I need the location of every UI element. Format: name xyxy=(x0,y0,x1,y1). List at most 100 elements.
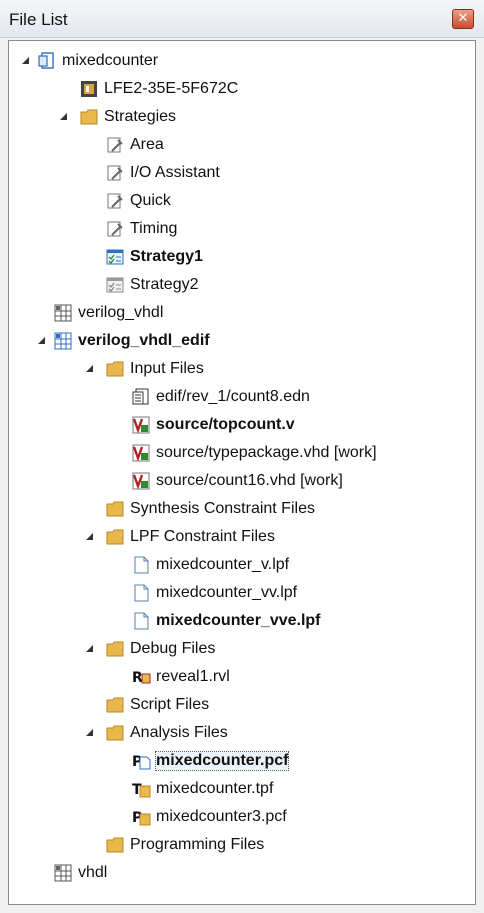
tree-node-label: Script Files xyxy=(130,696,210,713)
tree-node-file[interactable]: R reveal1.rvl xyxy=(131,664,230,690)
tree-node-file[interactable]: edif/rev_1/count8.edn xyxy=(131,384,310,410)
folder-icon xyxy=(105,527,125,547)
pcf-file-icon: P xyxy=(131,807,151,827)
tree-node-label: source/typepackage.vhd [work] xyxy=(156,444,377,461)
expanded-arrow-icon[interactable] xyxy=(83,642,95,654)
expanded-arrow-icon[interactable] xyxy=(19,54,31,66)
tree-node-implementation-active[interactable]: verilog_vhdl_edif xyxy=(53,328,210,354)
hdl-file-icon xyxy=(131,443,151,463)
tpf-file-icon: T xyxy=(131,779,151,799)
tree-node-file[interactable]: mixedcounter_v.lpf xyxy=(131,552,289,578)
project-icon xyxy=(37,51,57,71)
tree-node-strategy[interactable]: Strategy2 xyxy=(105,272,198,298)
tree-node-label: mixedcounter3.pcf xyxy=(156,808,287,825)
strategy-wrench-icon xyxy=(105,219,125,239)
tree-node-label: Strategy1 xyxy=(130,248,203,265)
strategy-inactive-icon xyxy=(105,275,125,295)
tree-node-label: Programming Files xyxy=(130,836,265,853)
tree-node-file[interactable]: source/typepackage.vhd [work] xyxy=(131,440,377,466)
expanded-arrow-icon[interactable] xyxy=(57,110,69,122)
close-icon: ✕ xyxy=(457,11,469,26)
tree-node-label: mixedcounter_vv.lpf xyxy=(156,584,298,601)
strategy-wrench-icon xyxy=(105,163,125,183)
tree-node-label: verilog_vhdl xyxy=(78,304,164,321)
tree-node-strategy[interactable]: Quick xyxy=(105,188,171,214)
tree-node-folder-synthesis[interactable]: Synthesis Constraint Files xyxy=(105,496,315,522)
tree-node-strategy[interactable]: Timing xyxy=(105,216,177,242)
tree-node-label: Input Files xyxy=(130,360,204,377)
svg-text:R: R xyxy=(132,670,143,686)
folder-icon xyxy=(105,639,125,659)
implementation-icon xyxy=(53,331,73,351)
tree-node-file[interactable]: T mixedcounter.tpf xyxy=(131,776,273,802)
tree-node-label: mixedcounter.pcf xyxy=(154,751,290,771)
tree-node-implementation[interactable]: verilog_vhdl xyxy=(53,300,163,326)
tree-node-label: reveal1.rvl xyxy=(156,668,230,685)
expanded-arrow-icon[interactable] xyxy=(83,530,95,542)
tree-node-label: mixedcounter_v.lpf xyxy=(156,556,290,573)
tree-node-label: mixedcounter xyxy=(62,52,159,69)
tree-node-strategy[interactable]: I/O Assistant xyxy=(105,160,220,186)
expanded-arrow-icon[interactable] xyxy=(35,334,47,346)
tree-node-folder-input[interactable]: Input Files xyxy=(105,356,204,382)
strategy-active-icon xyxy=(105,247,125,267)
tree-node-file-selected[interactable]: P mixedcounter.pcf xyxy=(131,748,290,774)
tree-node-label: Analysis Files xyxy=(130,724,228,741)
chip-icon xyxy=(79,79,99,99)
lpf-file-icon xyxy=(131,583,151,603)
tree-node-strategy-active[interactable]: Strategy1 xyxy=(105,244,203,270)
hdl-file-icon xyxy=(131,415,151,435)
tree-node-device[interactable]: LFE2-35E-5F672C xyxy=(79,76,238,102)
tree-node-label: Quick xyxy=(130,192,171,209)
tree-node-label: Synthesis Constraint Files xyxy=(130,500,315,517)
tree-node-file[interactable]: source/count16.vhd [work] xyxy=(131,468,343,494)
tree-node-label: Area xyxy=(130,136,164,153)
tree-node-label: vhdl xyxy=(78,864,108,881)
file-list-panel: File List ✕ mixedcounter LFE2-35E-5F672C… xyxy=(0,0,484,913)
tree-node-label: I/O Assistant xyxy=(130,164,220,181)
folder-icon xyxy=(105,499,125,519)
pcf-file-icon: P xyxy=(131,751,151,771)
tree-node-label: LFE2-35E-5F672C xyxy=(104,80,239,97)
folder-icon xyxy=(105,359,125,379)
panel-title: File List xyxy=(9,10,68,29)
tree-node-label: Strategy2 xyxy=(130,276,199,293)
tree-node-label: verilog_vhdl_edif xyxy=(78,332,210,349)
tree-node-implementation[interactable]: vhdl xyxy=(53,860,107,886)
tree-node-label: source/count16.vhd [work] xyxy=(156,472,343,489)
tree-node-folder-lpf[interactable]: LPF Constraint Files xyxy=(105,524,275,550)
tree-node-label: Timing xyxy=(130,220,178,237)
folder-icon xyxy=(105,695,125,715)
tree-node-project[interactable]: mixedcounter xyxy=(37,48,158,74)
tree-node-strategy[interactable]: Area xyxy=(105,132,164,158)
tree-node-folder-analysis[interactable]: Analysis Files xyxy=(105,720,228,746)
folder-icon xyxy=(105,835,125,855)
folder-icon xyxy=(105,723,125,743)
edif-file-icon xyxy=(131,387,151,407)
tree-node-folder-debug[interactable]: Debug Files xyxy=(105,636,215,662)
tree-node-label: edif/rev_1/count8.edn xyxy=(156,388,310,405)
tree-node-label: Strategies xyxy=(104,108,177,125)
hdl-file-icon xyxy=(131,471,151,491)
tree-node-folder-script[interactable]: Script Files xyxy=(105,692,209,718)
expanded-arrow-icon[interactable] xyxy=(83,726,95,738)
tree-node-file[interactable]: mixedcounter_vve.lpf xyxy=(131,608,321,634)
strategy-wrench-icon xyxy=(105,135,125,155)
tree-node-folder-programming[interactable]: Programming Files xyxy=(105,832,264,858)
tree-node-file[interactable]: mixedcounter_vv.lpf xyxy=(131,580,297,606)
tree-node-label: mixedcounter.tpf xyxy=(156,780,274,797)
file-tree[interactable]: mixedcounter LFE2-35E-5F672C Strategies … xyxy=(8,40,476,905)
implementation-icon xyxy=(53,303,73,323)
lpf-file-icon xyxy=(131,555,151,575)
panel-titlebar: File List ✕ xyxy=(0,0,484,38)
lpf-file-icon xyxy=(131,611,151,631)
tree-node-label: Debug Files xyxy=(130,640,216,657)
implementation-icon xyxy=(53,863,73,883)
tree-node-strategies[interactable]: Strategies xyxy=(79,104,176,130)
tree-node-file[interactable]: P mixedcounter3.pcf xyxy=(131,804,287,830)
expanded-arrow-icon[interactable] xyxy=(83,362,95,374)
folder-icon xyxy=(79,107,99,127)
tree-node-label: source/topcount.v xyxy=(156,416,295,433)
close-button[interactable]: ✕ xyxy=(452,9,474,29)
tree-node-file[interactable]: source/topcount.v xyxy=(131,412,295,438)
